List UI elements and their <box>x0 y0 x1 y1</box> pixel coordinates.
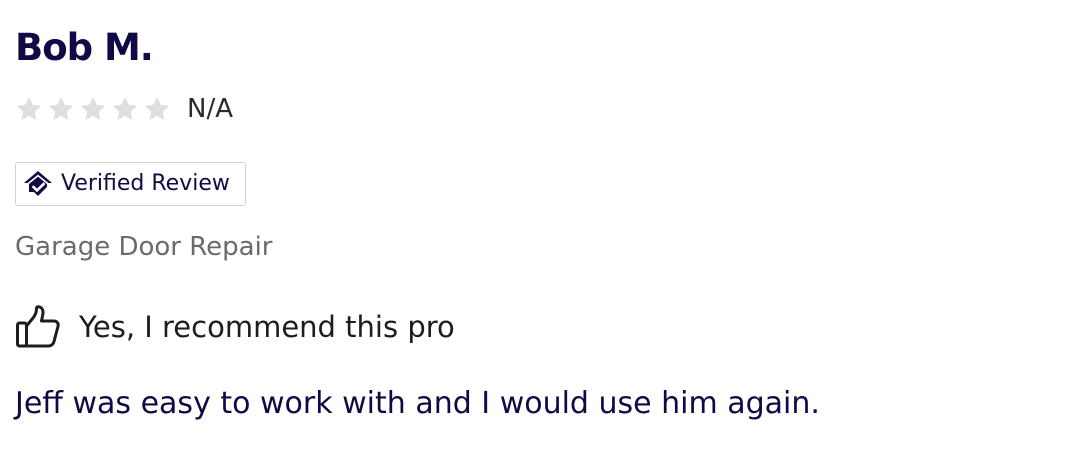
rating-value: N/A <box>187 94 233 124</box>
star-rating <box>15 95 175 123</box>
house-check-icon <box>23 170 53 198</box>
reviewer-name: Bob M. <box>15 26 154 69</box>
recommendation-label: Yes, I recommend this pro <box>79 310 455 344</box>
review-body: Jeff was easy to work with and I would u… <box>15 386 820 421</box>
service-category: Garage Door Repair <box>15 232 273 262</box>
verified-review-label: Verified Review <box>61 171 230 196</box>
rating-row: N/A <box>15 92 233 126</box>
star-icon <box>79 95 107 123</box>
star-icon <box>47 95 75 123</box>
verified-review-badge: Verified Review <box>15 162 246 206</box>
star-icon <box>111 95 139 123</box>
star-icon <box>143 95 171 123</box>
thumbs-up-icon <box>15 305 61 349</box>
recommendation-row: Yes, I recommend this pro <box>15 304 455 350</box>
star-icon <box>15 95 43 123</box>
